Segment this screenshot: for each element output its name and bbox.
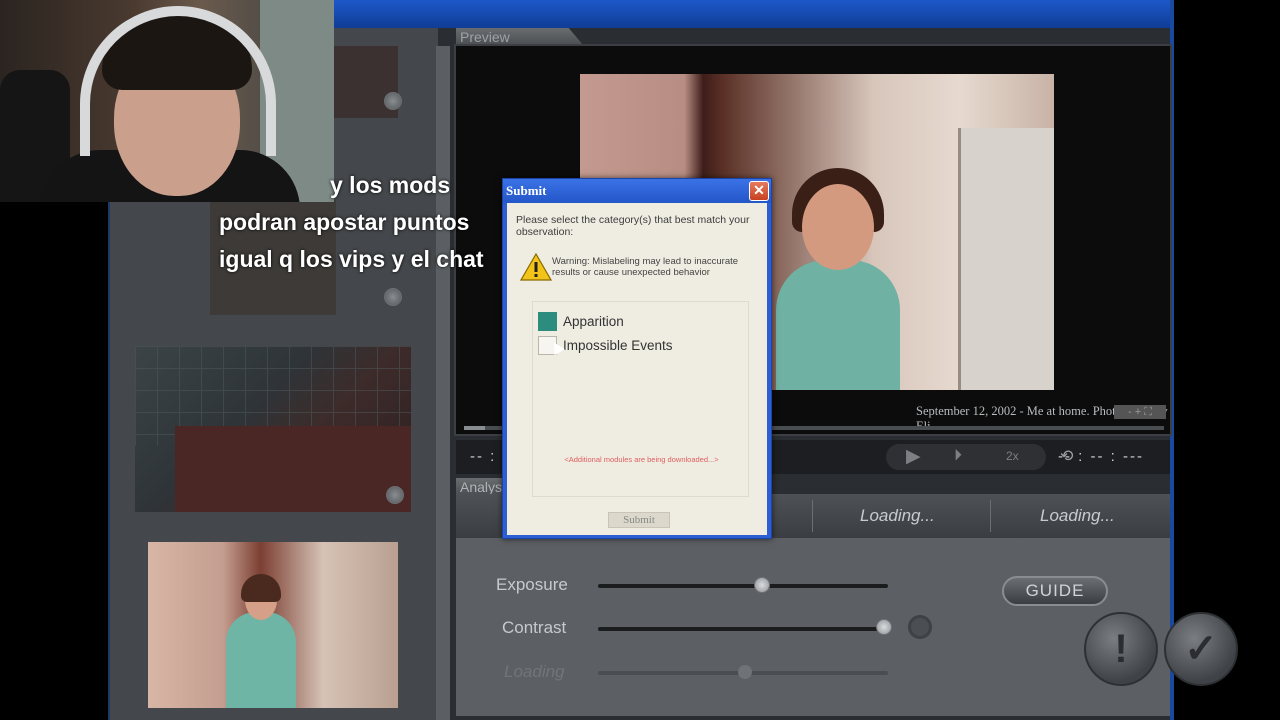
preview-progress-fill bbox=[464, 426, 485, 430]
dialog-body: Please select the category(s) that best … bbox=[507, 203, 767, 535]
thumbnail-select-icon[interactable] bbox=[384, 92, 402, 110]
reset-icon[interactable] bbox=[908, 615, 932, 639]
category-checkbox[interactable] bbox=[538, 312, 557, 331]
submit-dialog: Submit ✕ Please select the category(s) t… bbox=[502, 178, 772, 539]
dialog-prompt: Please select the category(s) that best … bbox=[516, 214, 750, 238]
photo-refrigerator bbox=[958, 128, 1054, 390]
play-icon[interactable]: ▶ bbox=[906, 445, 921, 468]
submit-button[interactable]: Submit bbox=[608, 512, 670, 528]
playback-controls: ▶ ⏵ 2x bbox=[886, 444, 1046, 470]
photo-person-head bbox=[802, 184, 874, 270]
exposure-slider-knob[interactable] bbox=[754, 577, 770, 593]
gallery-thumbnail[interactable] bbox=[210, 200, 336, 315]
screen: Preview September 12, 2002 - Me at home.… bbox=[0, 0, 1280, 720]
exposure-slider[interactable] bbox=[598, 584, 888, 588]
confirm-button[interactable]: ✓ bbox=[1164, 612, 1238, 686]
loop-icon[interactable]: ⟲ bbox=[1060, 446, 1073, 466]
action-pad: ! ✓ bbox=[974, 608, 1238, 688]
close-button[interactable]: ✕ bbox=[749, 181, 769, 201]
contrast-slider[interactable] bbox=[598, 627, 888, 631]
gallery-thumbnail-kitchen[interactable] bbox=[135, 346, 411, 512]
gallery-scrollbar[interactable] bbox=[436, 46, 450, 720]
thumbnail-select-icon[interactable] bbox=[384, 288, 402, 306]
slot-divider bbox=[812, 500, 813, 532]
contrast-slider-knob[interactable] bbox=[876, 619, 892, 635]
exposure-label: Exposure bbox=[496, 575, 568, 594]
loading-slider-knob bbox=[738, 665, 752, 679]
thumbnail-select-icon[interactable] bbox=[386, 486, 404, 504]
dialog-title-bar[interactable]: Submit ✕ bbox=[503, 179, 771, 203]
headset bbox=[80, 6, 276, 156]
warning-text: Warning: Mislabeling may lead to inaccur… bbox=[552, 256, 739, 278]
guide-button[interactable]: GUIDE bbox=[1002, 576, 1108, 606]
analysis-slot: Loading... bbox=[1040, 506, 1115, 525]
zoom-controls[interactable]: - + ⛶ bbox=[1114, 405, 1166, 419]
adjustment-panel: Exposure Contrast Loading GUIDE ! ✓ bbox=[456, 538, 1238, 716]
cabinet bbox=[175, 426, 411, 512]
thumbnail-person-body bbox=[226, 612, 296, 708]
category-list: Apparition Impossible Events <Additional… bbox=[532, 301, 749, 497]
contrast-label: Contrast bbox=[502, 618, 567, 637]
thumbnail-person-hair bbox=[241, 574, 281, 602]
loading-slider-label: Loading bbox=[504, 662, 565, 681]
download-note: <Additional modules are being downloaded… bbox=[564, 455, 719, 464]
step-forward-icon[interactable]: ⏵ bbox=[954, 447, 962, 465]
alert-button[interactable]: ! bbox=[1084, 612, 1158, 686]
webcam-overlay bbox=[0, 0, 334, 202]
category-label: Apparition bbox=[563, 314, 624, 329]
gallery-thumbnail-portrait[interactable] bbox=[148, 542, 398, 708]
photo-person-body bbox=[776, 260, 900, 390]
slot-divider bbox=[990, 500, 991, 532]
category-label: Impossible Events bbox=[563, 338, 673, 353]
warning-icon bbox=[520, 253, 552, 281]
speed-button[interactable]: 2x bbox=[1006, 449, 1019, 463]
analysis-slot: Loading... bbox=[860, 506, 935, 525]
dialog-title: Submit bbox=[506, 183, 547, 198]
